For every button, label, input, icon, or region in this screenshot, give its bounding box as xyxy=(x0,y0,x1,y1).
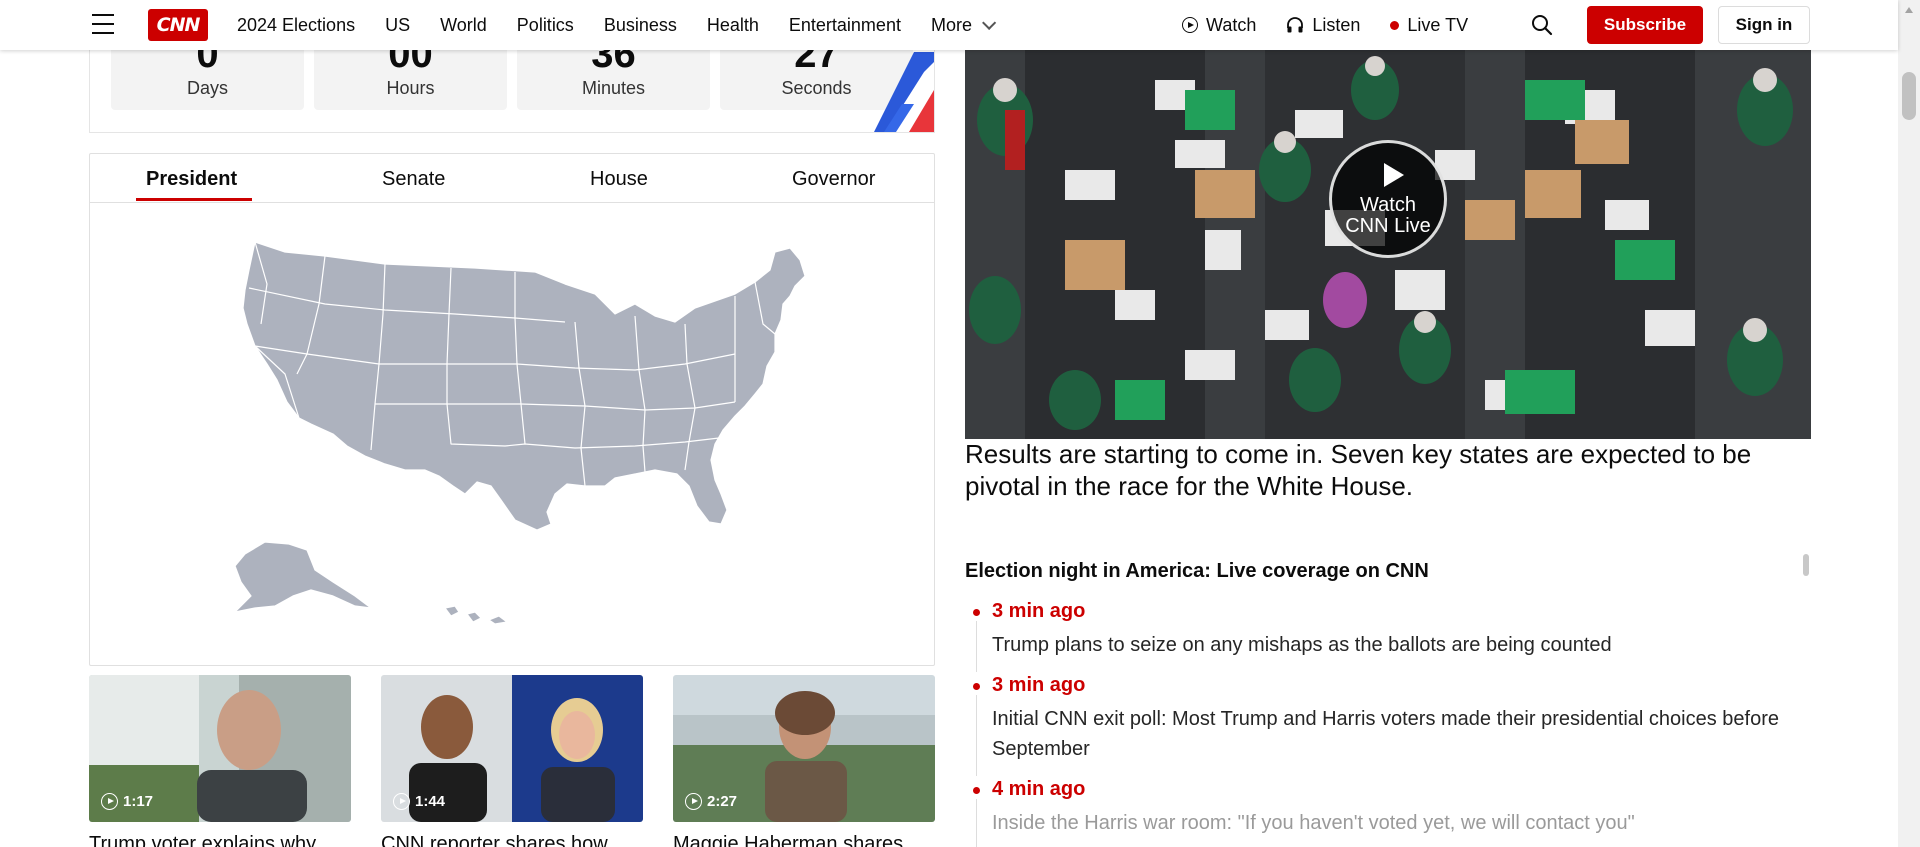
watch-cnn-live-label: Watch CNN Live xyxy=(1332,195,1444,237)
video-duration: 1:44 xyxy=(415,793,446,810)
tab-senate[interactable]: Senate xyxy=(382,168,445,191)
update-timestamp: 3 min ago xyxy=(992,674,1086,696)
live-tv-button[interactable]: Live TV xyxy=(1390,15,1468,36)
watch-cnn-live-button[interactable]: Watch CNN Live xyxy=(1329,140,1447,258)
hero-video[interactable]: Watch CNN Live xyxy=(965,50,1811,439)
video-title[interactable]: Maggie Haberman shares xyxy=(673,832,935,847)
live-tv-label: Live TV xyxy=(1407,14,1469,35)
subscribe-button[interactable]: Subscribe xyxy=(1587,6,1703,44)
tab-president[interactable]: President xyxy=(146,168,237,191)
watch-label: Watch xyxy=(1206,14,1257,35)
sign-in-button[interactable]: Sign in xyxy=(1718,6,1810,44)
countdown-hours-label: Hours xyxy=(386,78,435,98)
menu-icon[interactable] xyxy=(92,14,116,34)
video-thumbnail[interactable]: 1:44 xyxy=(381,675,643,822)
video-duration-badge: 1:17 xyxy=(101,793,153,810)
listen-button[interactable]: Listen xyxy=(1286,15,1360,36)
nav-item-2024-elections[interactable]: 2024 Elections xyxy=(237,15,355,36)
election-map-panel: President Senate House Governor xyxy=(89,153,935,666)
countdown-days-label: Days xyxy=(186,78,228,98)
countdown-minutes-label: Minutes xyxy=(581,78,646,98)
listen-label: Listen xyxy=(1312,14,1361,35)
video-title[interactable]: CNN reporter shares how xyxy=(381,832,643,847)
nav-item-politics[interactable]: Politics xyxy=(517,15,574,36)
video-card[interactable]: 1:17 Trump voter explains why xyxy=(89,675,351,847)
nav-item-entertainment[interactable]: Entertainment xyxy=(789,15,901,36)
bullet-dot-icon xyxy=(973,787,980,794)
live-update-item[interactable]: 4 min ago Inside the Harris war room: "I… xyxy=(965,776,1811,847)
active-tab-indicator xyxy=(136,198,252,201)
update-timestamp: 3 min ago xyxy=(992,600,1086,622)
live-update-item[interactable]: 3 min ago Trump plans to seize on any mi… xyxy=(965,598,1811,672)
nav-item-health[interactable]: Health xyxy=(707,15,759,36)
live-dot-icon xyxy=(1390,20,1400,30)
cnn-logo[interactable]: CNN xyxy=(148,9,208,41)
hero-headline[interactable]: Results are starting to come in. Seven k… xyxy=(965,438,1811,502)
video-duration-badge: 2:27 xyxy=(685,793,737,810)
play-circle-icon xyxy=(393,793,410,810)
video-duration-badge: 1:44 xyxy=(393,793,445,810)
watch-live-line2: CNN Live xyxy=(1345,215,1431,237)
play-circle-icon xyxy=(1182,17,1198,33)
update-text[interactable]: Initial CNN exit poll: Most Trump and Ha… xyxy=(992,698,1811,776)
page: CNN 2024 Elections US World Politics Bus… xyxy=(0,0,1920,847)
nav-item-world[interactable]: World xyxy=(440,15,487,36)
live-update-item[interactable]: 3 min ago Initial CNN exit poll: Most Tr… xyxy=(965,672,1811,776)
nav-item-business[interactable]: Business xyxy=(604,15,677,36)
top-nav-bar: CNN 2024 Elections US World Politics Bus… xyxy=(0,0,1898,50)
headphones-icon xyxy=(1287,17,1304,33)
bullet-dot-icon xyxy=(973,683,980,690)
update-text[interactable]: Trump plans to seize on any mishaps as t… xyxy=(992,624,1811,672)
page-scrollbar[interactable] xyxy=(1898,0,1920,847)
update-timestamp: 4 min ago xyxy=(992,778,1086,800)
flag-stripes-graphic xyxy=(874,52,934,132)
play-icon xyxy=(1384,163,1404,187)
nav-more-button[interactable]: More xyxy=(930,14,997,36)
video-duration: 2:27 xyxy=(707,793,738,810)
update-text[interactable]: Inside the Harris war room: "If you have… xyxy=(992,802,1811,847)
play-circle-icon xyxy=(685,793,702,810)
video-title[interactable]: Trump voter explains why xyxy=(89,832,351,847)
tab-house[interactable]: House xyxy=(590,168,648,191)
chevron-down-icon xyxy=(982,15,997,30)
us-map[interactable] xyxy=(215,224,825,624)
video-card[interactable]: 2:27 Maggie Haberman shares xyxy=(673,675,935,847)
nav-item-us[interactable]: US xyxy=(385,15,410,36)
video-card[interactable]: 1:44 CNN reporter shares how xyxy=(381,675,643,847)
live-coverage-title[interactable]: Election night in America: Live coverage… xyxy=(965,560,1429,583)
scroll-up-arrow-icon[interactable] xyxy=(1905,7,1913,13)
video-duration: 1:17 xyxy=(123,793,154,810)
play-circle-icon xyxy=(101,793,118,810)
race-tabs: President Senate House Governor xyxy=(90,154,934,203)
live-updates-list: 3 min ago Trump plans to seize on any mi… xyxy=(965,598,1811,847)
watch-button[interactable]: Watch xyxy=(1182,15,1256,36)
nav-more-label: More xyxy=(930,14,972,35)
video-thumbnail[interactable]: 1:17 xyxy=(89,675,351,822)
tab-governor[interactable]: Governor xyxy=(792,168,875,191)
scrollbar-thumb[interactable] xyxy=(1902,72,1916,120)
main-nav: 2024 Elections US World Politics Busines… xyxy=(237,0,1022,50)
search-icon[interactable] xyxy=(1530,13,1554,37)
bullet-dot-icon xyxy=(973,609,980,616)
utility-nav: Watch Listen Live TV xyxy=(1182,0,1498,50)
live-coverage-scrollbar[interactable] xyxy=(1803,554,1809,576)
video-thumbnail[interactable]: 2:27 xyxy=(673,675,935,822)
watch-live-line1: Watch xyxy=(1360,194,1416,216)
